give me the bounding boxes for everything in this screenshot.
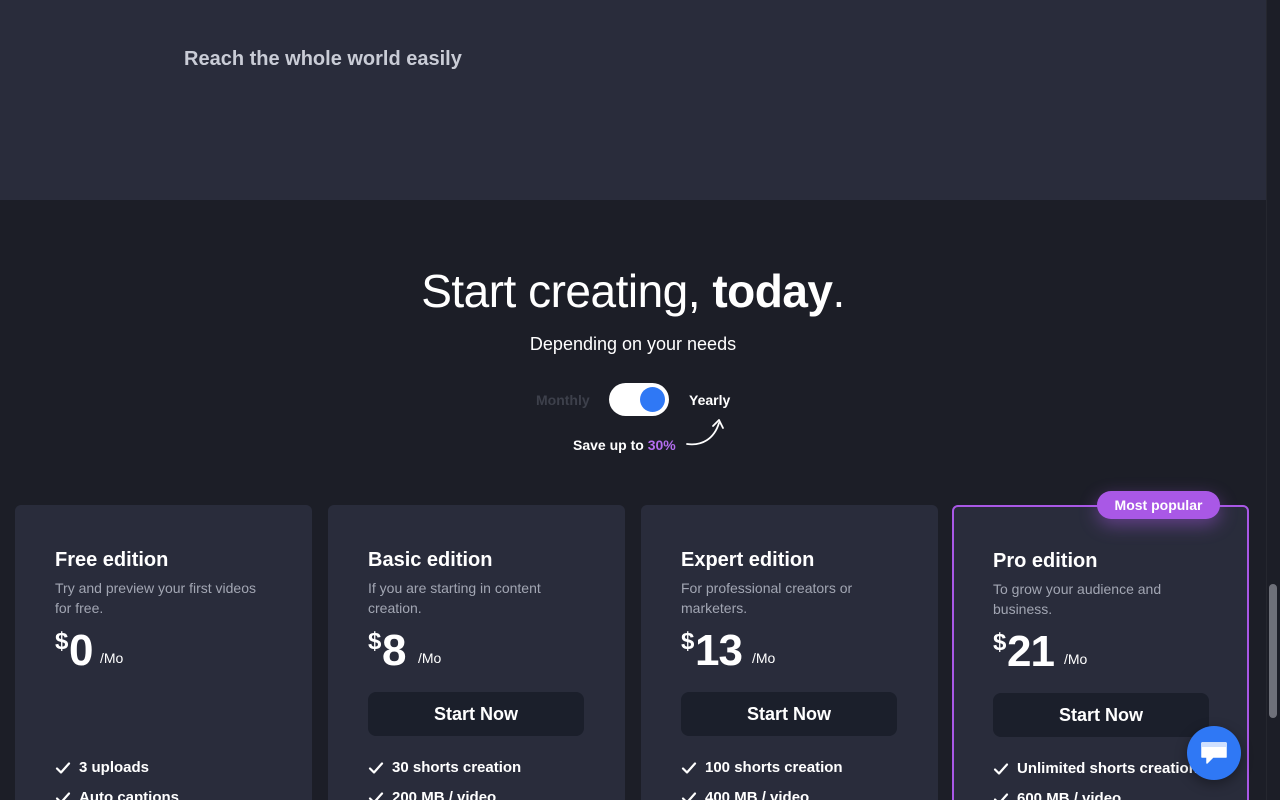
price-amount: 21: [1007, 627, 1055, 676]
check-icon: [55, 792, 71, 800]
plan-features: 100 shorts creation 400 MB / video: [681, 759, 843, 800]
monthly-label[interactable]: Monthly: [536, 392, 590, 408]
plan-card-expert: Expert edition For professional creators…: [641, 505, 938, 800]
start-now-button[interactable]: Start Now: [681, 692, 897, 736]
list-item: Auto captions: [55, 789, 179, 800]
feature-text: 3 uploads: [79, 759, 150, 776]
price-currency: $: [993, 629, 1007, 656]
check-icon: [55, 762, 71, 774]
save-note-percent: 30%: [647, 437, 676, 453]
list-item: 3 uploads: [55, 759, 179, 789]
top-section: Reach the whole world easily: [0, 0, 1266, 200]
price-amount: 8: [382, 626, 407, 675]
plan-title: Basic edition: [368, 549, 493, 571]
curved-arrow-icon: [686, 419, 724, 446]
plan-description: To grow your audience and business.: [993, 581, 1162, 617]
plan-price: $ 21 /Mo: [993, 627, 1208, 676]
save-note: Save up to 30%: [573, 437, 676, 453]
plan-features: Unlimited shorts creation 600 MB / video: [993, 760, 1198, 800]
headline-regular: Start creating,: [421, 265, 713, 317]
feature-text: 100 shorts creation: [705, 759, 843, 776]
plan-description: Try and preview your first videos for fr…: [55, 580, 256, 616]
plan-title: Expert edition: [681, 549, 815, 571]
start-now-button[interactable]: Start Now: [368, 692, 584, 736]
price-period: /Mo: [752, 650, 776, 666]
start-now-button[interactable]: Start Now: [993, 693, 1209, 737]
scrollbar-thumb[interactable]: [1269, 584, 1277, 718]
plan-price: $ 8 /Mo: [368, 626, 585, 675]
list-item: 600 MB / video: [993, 790, 1198, 800]
check-icon: [993, 793, 1009, 800]
chat-widget-button[interactable]: [1187, 726, 1241, 780]
price-currency: $: [368, 628, 382, 655]
price-amount: 13: [695, 626, 743, 675]
save-note-prefix: Save up to: [573, 437, 648, 453]
price-currency: $: [681, 628, 695, 655]
billing-period-switch[interactable]: [609, 383, 669, 416]
price-amount: 0: [69, 626, 94, 675]
list-item: Unlimited shorts creation: [993, 760, 1198, 790]
plan-card-basic: Basic edition If you are starting in con…: [328, 505, 625, 800]
section-tagline: Reach the whole world easily: [184, 48, 462, 70]
plan-features: 3 uploads Auto captions: [55, 759, 179, 800]
plan-description: If you are starting in content creation.: [368, 580, 541, 616]
plan-price: $ 13 /Mo: [681, 626, 898, 675]
price-currency: $: [55, 628, 69, 655]
feature-text: 400 MB / video: [705, 789, 810, 800]
most-popular-badge: Most popular: [1097, 491, 1220, 519]
billing-toggle-row: Monthly Yearly: [0, 383, 1266, 417]
pricing-headline: Start creating, today.: [0, 264, 1266, 318]
feature-text: 30 shorts creation: [392, 759, 522, 776]
check-icon: [368, 792, 384, 800]
headline-bold: today: [712, 265, 833, 317]
check-icon: [681, 762, 697, 774]
check-icon: [368, 762, 384, 774]
plan-description: For professional creators or marketers.: [681, 580, 853, 616]
price-period: /Mo: [1064, 651, 1088, 667]
feature-text: 600 MB / video: [1017, 790, 1122, 800]
feature-text: Unlimited shorts creation: [1017, 760, 1198, 777]
plan-card-free: Free edition Try and preview your first …: [15, 505, 312, 800]
plan-title: Free edition: [55, 549, 169, 571]
list-item: 30 shorts creation: [368, 759, 521, 789]
price-period: /Mo: [100, 650, 124, 666]
plan-features: 30 shorts creation 200 MB / video: [368, 759, 521, 800]
chat-bubble-icon: [1201, 742, 1227, 764]
pricing-subheadline: Depending on your needs: [529, 334, 737, 354]
plan-price: $ 0 /Mo: [55, 626, 272, 675]
price-period: /Mo: [418, 650, 442, 666]
check-icon: [993, 763, 1009, 775]
headline-end: .: [832, 265, 846, 317]
list-item: 100 shorts creation: [681, 759, 843, 789]
feature-text: 200 MB / video: [392, 789, 497, 800]
plan-title: Pro edition: [993, 550, 1098, 572]
check-icon: [681, 792, 697, 800]
scrollbar[interactable]: [1266, 0, 1280, 800]
yearly-label[interactable]: Yearly: [689, 392, 730, 408]
list-item: 200 MB / video: [368, 789, 521, 800]
list-item: 400 MB / video: [681, 789, 843, 800]
switch-knob: [640, 387, 665, 412]
feature-text: Auto captions: [79, 789, 179, 800]
